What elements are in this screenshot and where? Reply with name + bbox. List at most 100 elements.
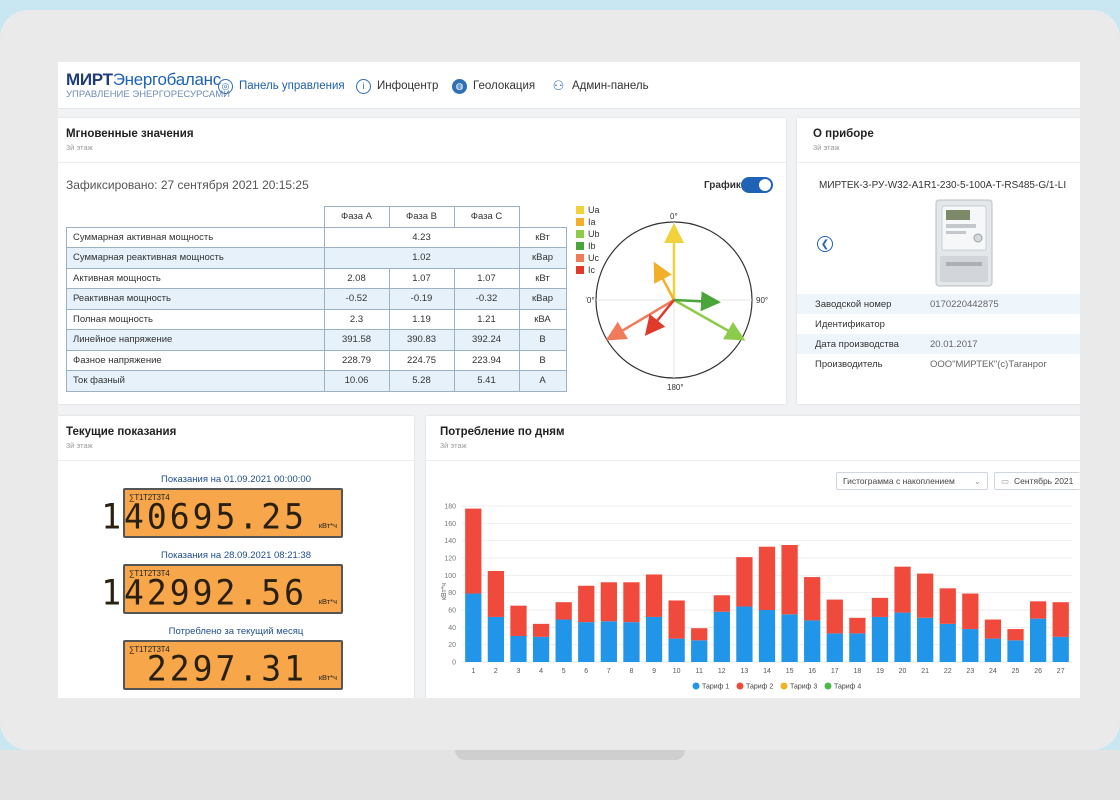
- bar-segment[interactable]: [804, 620, 821, 662]
- bar-segment[interactable]: [804, 577, 821, 621]
- lcd-value: 142992.56: [101, 572, 307, 613]
- row-phase-b: 1.19: [388, 308, 455, 330]
- vector-ub: [673, 298, 746, 341]
- table-row: Фазное напряжение 228.79 224.75 223.94 В: [66, 349, 567, 371]
- nav-admin-label: Админ-панель: [572, 80, 649, 92]
- bar-segment[interactable]: [736, 557, 753, 607]
- device-field-row: Идентификатор: [797, 314, 1080, 334]
- bar-segment[interactable]: [465, 593, 482, 662]
- x-tick-label: 14: [763, 668, 771, 675]
- legend-label[interactable]: Тариф 4: [834, 684, 861, 691]
- chart-type-select[interactable]: Гистограмма с накоплением ⌄: [836, 472, 988, 490]
- bar-segment[interactable]: [894, 566, 911, 613]
- bar-segment[interactable]: [1029, 618, 1047, 662]
- bar-segment[interactable]: [781, 614, 798, 662]
- calendar-icon: ▭: [1001, 475, 1010, 486]
- x-tick-label: 2: [494, 668, 498, 675]
- bar-segment[interactable]: [758, 546, 776, 610]
- readings-subtitle: 3й этаж: [66, 441, 93, 450]
- bar-segment[interactable]: [917, 573, 934, 618]
- bar-segment[interactable]: [510, 636, 527, 662]
- device-field-row: Производитель ООО"МИРТЕК"(с)Таганрог: [797, 354, 1080, 374]
- bar-segment[interactable]: [736, 606, 753, 662]
- bar-segment[interactable]: [1007, 640, 1024, 662]
- bar-segment[interactable]: [555, 602, 572, 620]
- row-phase-a: 228.79: [323, 349, 390, 371]
- chart-type-value: Гистограмма с накоплением: [843, 476, 955, 486]
- vector-ic: [644, 299, 675, 336]
- bar-segment[interactable]: [600, 621, 617, 662]
- bar-segment[interactable]: [758, 610, 776, 662]
- bar-segment[interactable]: [826, 599, 843, 634]
- legend-label[interactable]: Тариф 3: [790, 684, 817, 691]
- bar-segment[interactable]: [532, 636, 550, 662]
- bar-segment[interactable]: [962, 593, 979, 630]
- bar-segment[interactable]: [487, 616, 505, 662]
- bar-segment[interactable]: [826, 633, 843, 662]
- x-tick-label: 19: [876, 668, 884, 675]
- bar-segment[interactable]: [487, 571, 505, 617]
- x-tick-label: 11: [696, 668, 703, 675]
- row-phase-c: 223.94: [453, 349, 520, 371]
- card-divider: [426, 460, 1080, 461]
- bar-segment[interactable]: [623, 582, 640, 623]
- bar-segment[interactable]: [691, 640, 708, 662]
- legend-label[interactable]: Тариф 2: [746, 684, 773, 691]
- bar-segment[interactable]: [713, 595, 730, 612]
- bar-segment[interactable]: [623, 622, 640, 662]
- bar-segment[interactable]: [532, 623, 550, 637]
- bar-segment[interactable]: [645, 616, 663, 662]
- bar-segment[interactable]: [1007, 629, 1024, 641]
- table-row: Полная мощность 2.3 1.19 1.21 кВА: [66, 308, 567, 330]
- bar-segment[interactable]: [962, 629, 979, 662]
- chart-bars: [465, 508, 1069, 662]
- row-unit: кВар: [518, 288, 567, 310]
- bar-segment[interactable]: [713, 611, 730, 662]
- consumption-subtitle: 3й этаж: [440, 441, 467, 450]
- legend-swatch: [576, 242, 584, 250]
- bar-segment[interactable]: [984, 619, 1002, 639]
- legend-label[interactable]: Тариф 1: [702, 684, 729, 691]
- row-unit: кВА: [518, 308, 567, 330]
- bar-segment[interactable]: [917, 617, 934, 662]
- bar-segment[interactable]: [668, 638, 685, 662]
- row-name: Суммарная реактивная мощность: [66, 247, 325, 269]
- bar-segment[interactable]: [600, 582, 617, 622]
- bar-segment[interactable]: [691, 628, 708, 641]
- bar-segment[interactable]: [578, 585, 595, 623]
- bar-segment[interactable]: [1052, 636, 1069, 662]
- brand-logo[interactable]: МИРТЭнергобаланс УПРАВЛЕНИЕ ЭНЕРГОРЕСУРС…: [66, 70, 230, 100]
- bar-segment[interactable]: [465, 508, 482, 594]
- legend-swatch: [576, 218, 584, 226]
- bar-segment[interactable]: [1029, 601, 1047, 619]
- bar-segment[interactable]: [871, 597, 889, 617]
- bar-segment[interactable]: [555, 619, 572, 662]
- bar-segment[interactable]: [510, 605, 527, 636]
- bar-segment[interactable]: [645, 574, 663, 617]
- previous-device-button[interactable]: ❮: [817, 236, 833, 252]
- header-unit: [519, 206, 566, 227]
- bar-segment[interactable]: [849, 617, 866, 634]
- nav-infocenter[interactable]: i Инфоцентр: [356, 77, 438, 95]
- graph-toggle[interactable]: [741, 177, 773, 193]
- y-tick-label: 180: [444, 504, 456, 511]
- bar-segment[interactable]: [939, 588, 956, 624]
- legend-swatch: [576, 230, 584, 238]
- card-divider: [58, 162, 786, 163]
- bar-segment[interactable]: [939, 623, 956, 662]
- bar-segment[interactable]: [871, 616, 889, 662]
- bar-segment[interactable]: [668, 600, 685, 639]
- lcd-unit: кВт*ч: [318, 521, 337, 530]
- nav-admin[interactable]: ⚇ Админ-панель: [551, 77, 649, 95]
- month-picker[interactable]: ▭ Сентябрь 2021: [994, 472, 1080, 490]
- bar-segment[interactable]: [984, 638, 1002, 662]
- bar-segment[interactable]: [849, 633, 866, 662]
- nav-geolocation[interactable]: ◍ Геолокация: [452, 77, 535, 95]
- nav-dashboard[interactable]: ◎ Панель управления: [218, 77, 345, 95]
- bar-segment[interactable]: [781, 545, 798, 615]
- bar-segment[interactable]: [1052, 602, 1069, 637]
- bar-segment[interactable]: [578, 622, 595, 662]
- card-divider: [58, 460, 414, 461]
- row-phase-c: 1.21: [453, 308, 520, 330]
- bar-segment[interactable]: [894, 612, 911, 662]
